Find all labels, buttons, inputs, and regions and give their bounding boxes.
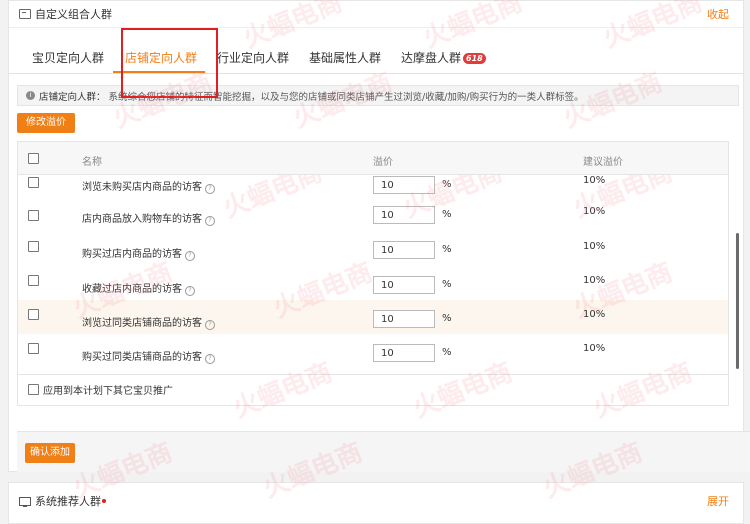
apply-checkbox[interactable] [28,383,39,395]
bid-input[interactable]: 10 [373,310,435,328]
row-checkbox[interactable] [28,241,39,252]
row-checkbox[interactable] [28,343,39,354]
confirm-add-button[interactable]: 确认添加 [25,443,75,463]
bid-input[interactable]: 10 [373,276,435,294]
promo-badge: 618 [463,53,486,64]
help-icon[interactable]: ? [205,320,215,330]
row-name-cell: 店内商品放入购物车的访客? [82,210,215,226]
notification-dot [102,499,106,503]
suggested-bid: 10% [583,275,606,286]
suggested-bid: 10% [583,206,606,217]
row-name: 浏览未购买店内商品的访客 [82,182,202,193]
bid-unit: % [442,179,452,190]
window-icon [19,9,31,19]
tab-basic-attribute-audience[interactable]: 基础属性人群 [309,49,381,66]
bid-unit: % [442,279,452,290]
bid-input[interactable]: 10 [373,176,435,194]
custom-audience-panel: 自定义组合人群 收起 宝贝定向人群 店铺定向人群 行业定向人群 基础属性人群 达… [8,0,750,472]
panel2-header: 系统推荐人群 展开 [9,483,743,519]
panel-title: 自定义组合人群 [35,8,112,21]
suggested-bid: 10% [583,343,606,354]
bid-unit: % [442,347,452,358]
footer-bar: 确认添加 [17,431,750,472]
audience-table: 名称 溢价 建议溢价 浏览未购买店内商品的访客? 10 % 10% 店内商品放入… [17,141,729,375]
suggested-bid: 10% [583,309,606,320]
tab-industry-audience[interactable]: 行业定向人群 [217,49,289,66]
bid-input[interactable]: 10 [373,241,435,259]
bid-unit: % [442,244,452,255]
row-checkbox[interactable] [28,210,39,221]
modify-bid-button[interactable]: 修改溢价 [17,113,75,133]
bid-unit: % [442,209,452,220]
row-name: 店内商品放入购物车的访客 [82,214,202,225]
panel-header: 自定义组合人群 收起 [9,1,743,28]
bid-input[interactable]: 10 [373,206,435,224]
suggested-bid: 10% [583,241,606,252]
collapse-link[interactable]: 收起 [707,6,729,22]
panel2-title: 系统推荐人群 [35,495,101,508]
row-checkbox[interactable] [28,177,39,188]
tab-dmp-label: 达摩盘人群 [401,51,462,65]
row-name-cell: 浏览过同类店铺商品的访客? [82,314,215,330]
row-name: 购买过同类店铺商品的访客 [82,352,202,363]
audience-tabs: 宝贝定向人群 店铺定向人群 行业定向人群 基础属性人群 达摩盘人群 618 [9,43,743,74]
row-name-cell: 浏览未购买店内商品的访客? [82,178,215,194]
table-row: 购买过同类店铺商品的访客? 10 % 10% [18,334,728,368]
apply-label: 应用到本计划下其它宝贝推广 [43,385,173,397]
help-icon[interactable]: ? [205,354,215,364]
table-row: 浏览过同类店铺商品的访客? 10 % 10% [18,300,728,335]
table-row: 购买过店内商品的访客? 10 % 10% [18,232,728,267]
row-checkbox[interactable] [28,309,39,320]
suggested-bid: 10% [583,175,606,186]
help-icon[interactable]: ? [205,216,215,226]
help-icon[interactable]: ? [185,286,195,296]
monitor-icon [19,496,31,507]
col-header-suggest: 建议溢价 [583,157,623,168]
col-header-name: 名称 [82,157,102,168]
select-all-checkbox[interactable] [28,153,39,164]
row-name: 收藏过店内商品的访客 [82,284,182,295]
table-header: 名称 溢价 建议溢价 [18,142,728,175]
col-header-bid: 溢价 [373,157,393,168]
tip-title: 店铺定向人群： [39,91,106,103]
panel2-title-group: 系统推荐人群 [19,493,106,509]
info-icon: i [26,91,35,100]
row-name: 浏览过同类店铺商品的访客 [82,318,202,329]
help-icon[interactable]: ? [205,184,215,194]
tab-dmp-audience[interactable]: 达摩盘人群 618 [401,49,486,66]
tab-item-audience[interactable]: 宝贝定向人群 [32,49,104,66]
highlight-box [121,28,218,98]
apply-to-plan-option[interactable]: 应用到本计划下其它宝贝推广 [17,373,729,406]
table-row: 店内商品放入购物车的访客? 10 % 10% [18,198,728,233]
help-icon[interactable]: ? [185,251,195,261]
row-name-cell: 购买过店内商品的访客? [82,245,195,261]
expand-link[interactable]: 展开 [707,493,729,509]
panel-title-group: 自定义组合人群 [19,6,112,22]
system-recommend-panel: 系统推荐人群 展开 [8,482,744,524]
table-scrollbar[interactable] [736,233,739,369]
row-name-cell: 购买过同类店铺商品的访客? [82,348,215,364]
bid-input[interactable]: 10 [373,344,435,362]
table-row: 收藏过店内商品的访客? 10 % 10% [18,266,728,301]
row-name: 购买过店内商品的访客 [82,249,182,260]
bid-unit: % [442,313,452,324]
row-checkbox[interactable] [28,275,39,286]
row-name-cell: 收藏过店内商品的访客? [82,280,195,296]
